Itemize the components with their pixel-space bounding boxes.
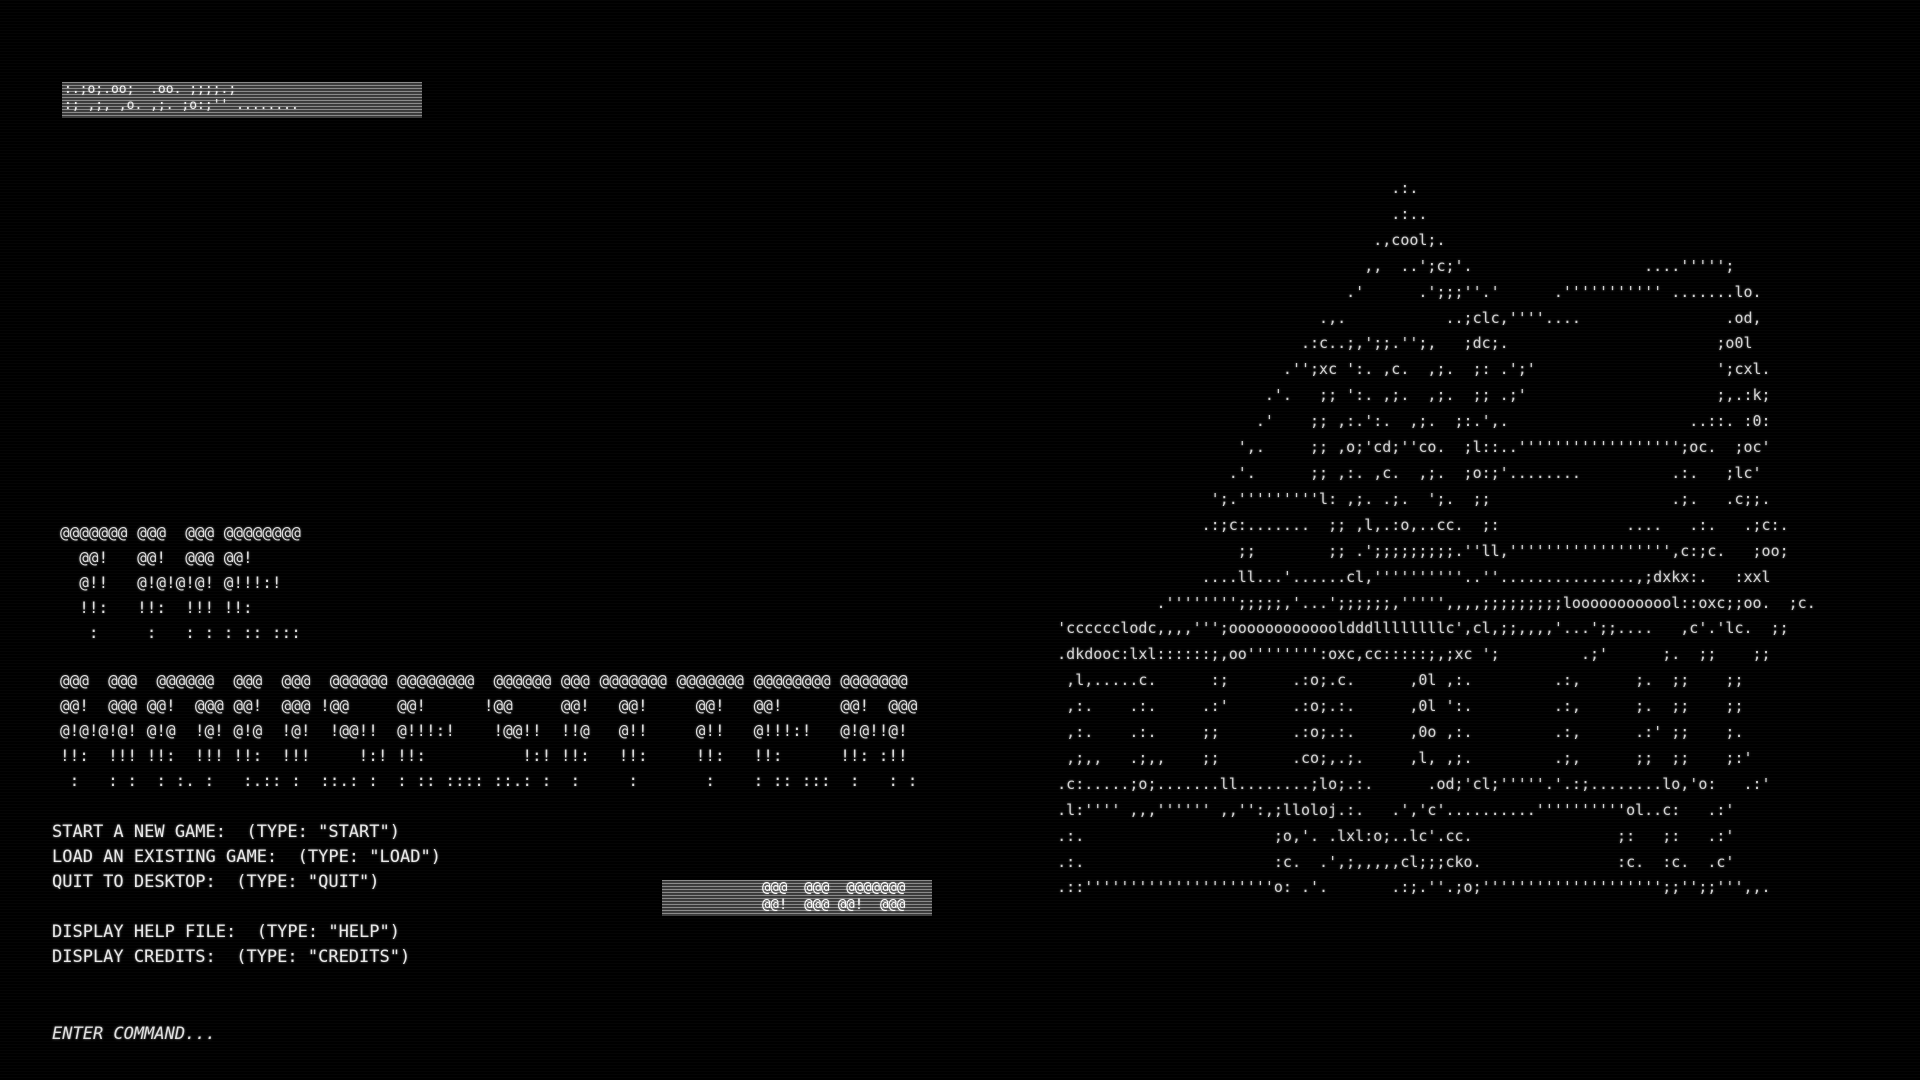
logo-big-line: @@@ @@@ @@@@@@ @@@ @@@ @@@@@@ @@@@@@@@ @… — [60, 671, 908, 690]
menu-item-start: START A NEW GAME: (TYPE: "START") — [52, 822, 400, 842]
glitch-mid-line: @@@ @@@ @@@@@@@ — [762, 880, 906, 896]
logo-big-line: !!: !!! !!: !!! !!: !!! !:! !!: !:! !!: … — [60, 746, 908, 765]
menu-item-load: LOAD AN EXISTING GAME: (TYPE: "LOAD") — [52, 847, 441, 867]
glitch-top-line: :; ,;, ,o. ,;. ;o:;'' ........ — [64, 98, 299, 113]
glitch-banner-middle: @@@ @@@ @@@@@@@ @@! @@@ @@! @@@ — [662, 880, 932, 916]
game-screen: :.;o;.oo; .oo. ;;;;.; :; ,;, ,o. ,;. ;o:… — [0, 0, 1920, 1080]
menu-item-help: DISPLAY HELP FILE: (TYPE: "HELP") — [52, 922, 400, 942]
menu-item-credits: DISPLAY CREDITS: (TYPE: "CREDITS") — [52, 947, 411, 967]
title-logo-the: @@@@@@@ @@@ @@@ @@@@@@@@ @@! @@! @@@ @@!… — [60, 520, 301, 645]
main-menu: START A NEW GAME: (TYPE: "START") LOAD A… — [52, 820, 441, 970]
logo-small-line: @!! @!@!@!@! @!!!:! — [60, 573, 282, 592]
logo-big-line: : : : : :. : :.:: : ::.: : : :: :::: ::.… — [60, 771, 918, 790]
menu-spacer — [52, 895, 441, 920]
haunted-house-ascii-art: .:. .:.. .,cool;. ,, ..';c;'. ....'''''; — [1057, 179, 1816, 897]
glitch-banner-top: :.;o;.oo; .oo. ;;;;.; :; ,;, ,o. ,;. ;o:… — [62, 82, 422, 118]
logo-small-line: @@! @@! @@@ @@! — [60, 548, 253, 567]
logo-big-line: @@! @@@ @@! @@@ @@! @@@ !@@ @@! !@@ @@! … — [60, 696, 918, 715]
logo-big-line: @!@!@!@! @!@ !@! @!@ !@! !@@!! @!!!:! !@… — [60, 721, 908, 740]
title-logo-main: @@@ @@@ @@@@@@ @@@ @@@ @@@@@@ @@@@@@@@ @… — [60, 668, 917, 793]
logo-small-line: : : : : : :: ::: — [60, 623, 301, 642]
command-prompt[interactable]: ENTER COMMAND... — [52, 1023, 216, 1045]
glitch-top-line: :.;o;.oo; .oo. ;;;;.; — [64, 82, 237, 97]
menu-item-quit: QUIT TO DESKTOP: (TYPE: "QUIT") — [52, 872, 380, 892]
logo-small-line: !!: !!: !!! !!: — [60, 598, 253, 617]
glitch-mid-line: @@! @@@ @@! @@@ — [762, 897, 906, 913]
logo-small-line: @@@@@@@ @@@ @@@ @@@@@@@@ — [60, 523, 301, 542]
